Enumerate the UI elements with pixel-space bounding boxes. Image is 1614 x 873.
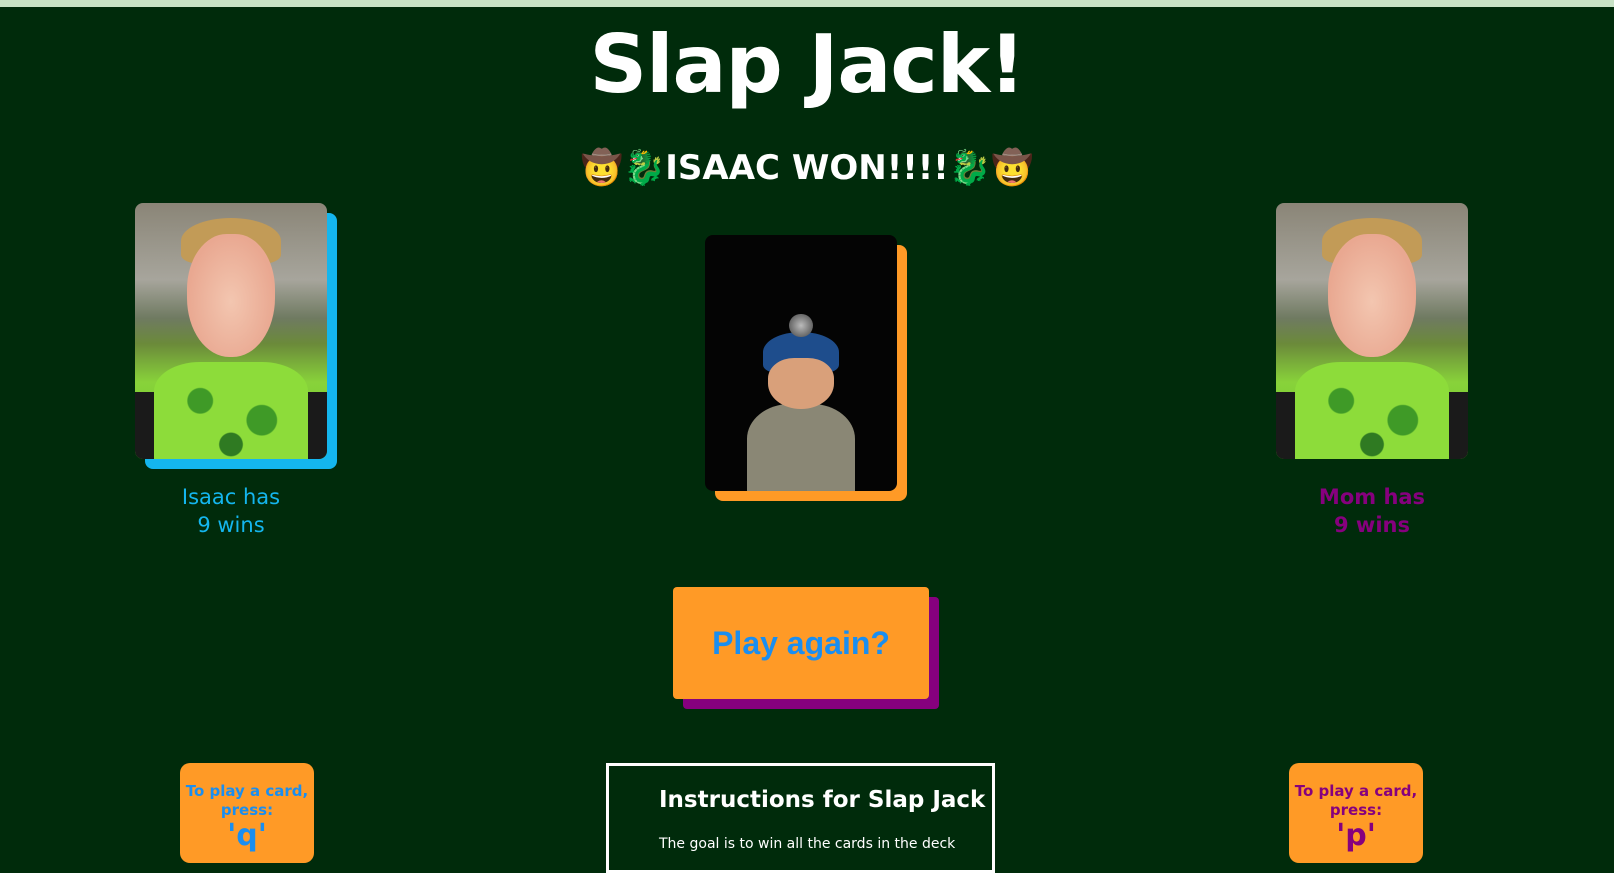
center-pile-card — [705, 235, 907, 502]
instructions-text: The goal is to win all the cards in the … — [659, 836, 956, 852]
isaac-card-stack — [135, 203, 338, 470]
play-again-button[interactable]: Play again? — [673, 587, 929, 699]
isaac-label-line1: Isaac has — [181, 485, 281, 509]
isaac-label-line2: 9 wins — [197, 513, 265, 537]
winner-message: 🤠🐉ISAAC WON!!!!🐉🤠 — [580, 148, 1034, 188]
play-again-container: Play again? — [673, 587, 939, 710]
mom-label-line1: Mom has — [1318, 485, 1426, 509]
left-key-value: 'q' — [227, 818, 267, 853]
mom-wins-label: Mom has 9 wins — [1272, 483, 1472, 539]
right-key-prompt: To play a card, press: — [1294, 782, 1418, 819]
mom-label-line2: 9 wins — [1334, 513, 1410, 537]
mom-card-photo — [1276, 203, 1468, 459]
instructions-panel: Instructions for Slap Jack The goal is t… — [606, 763, 995, 873]
page-title: Slap Jack! — [589, 18, 1026, 111]
right-key-value: 'p' — [1336, 818, 1376, 853]
instructions-heading: Instructions for Slap Jack — [659, 787, 986, 813]
mom-card-stack — [1276, 203, 1468, 459]
isaac-card-photo — [135, 203, 327, 459]
top-bar — [0, 0, 1614, 7]
right-key-hint: To play a card, press: 'p' — [1289, 763, 1423, 863]
left-key-prompt: To play a card, press: — [185, 782, 309, 819]
isaac-wins-label: Isaac has 9 wins — [131, 483, 331, 539]
center-card-photo — [705, 235, 897, 491]
left-key-hint: To play a card, press: 'q' — [180, 763, 314, 863]
